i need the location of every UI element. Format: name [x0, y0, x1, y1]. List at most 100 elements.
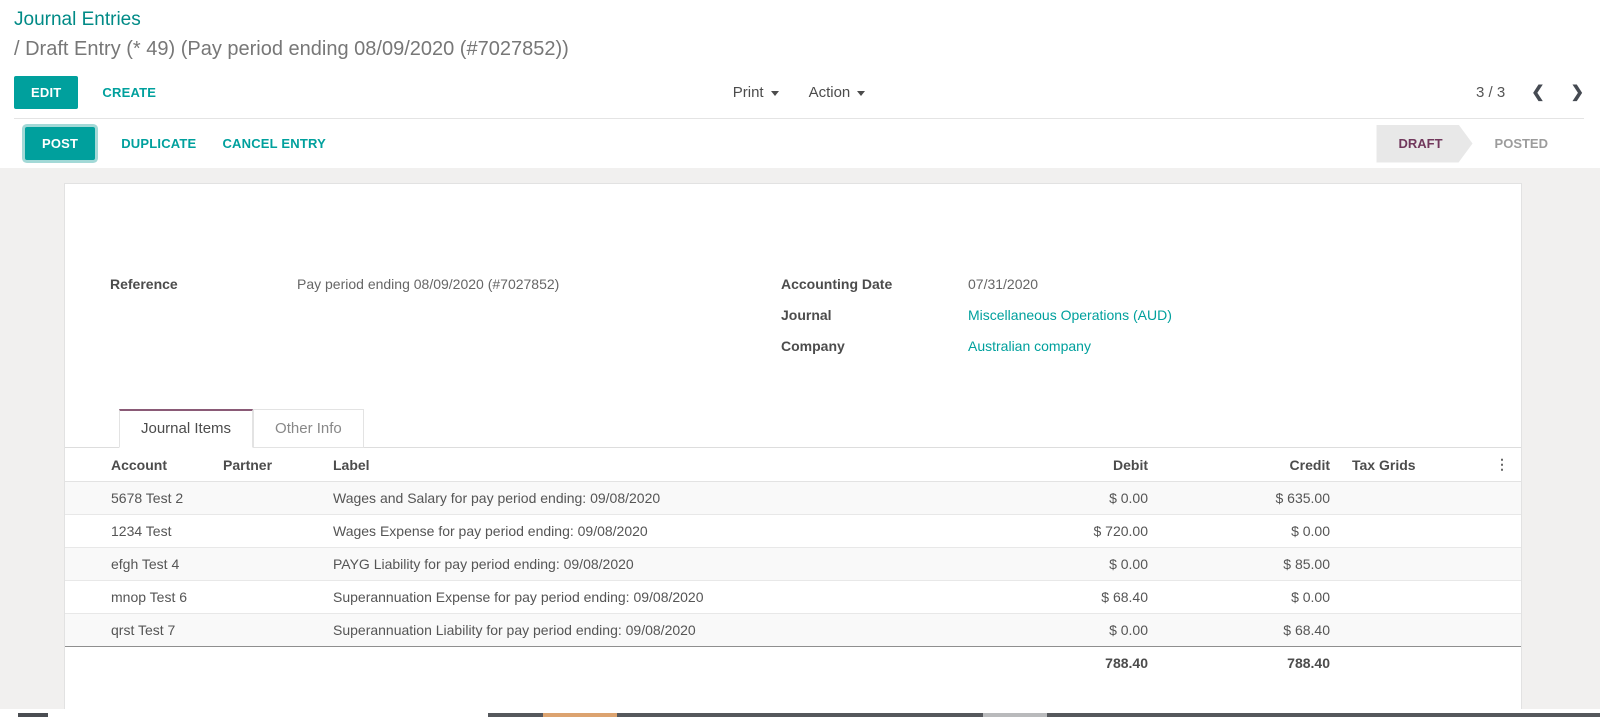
- cancel-entry-button[interactable]: CANCEL ENTRY: [222, 136, 326, 151]
- content-area: Reference Pay period ending 08/09/2020 (…: [0, 168, 1600, 709]
- table-row[interactable]: mnop Test 6 Superannuation Expense for p…: [65, 581, 1521, 614]
- cell-account: efgh Test 4: [65, 548, 215, 581]
- cell-credit: $ 68.40: [1156, 614, 1338, 647]
- chevron-down-icon: [771, 91, 779, 96]
- cell-debit: $ 0.00: [1006, 614, 1156, 647]
- tab-other-info[interactable]: Other Info: [253, 409, 364, 448]
- cell-account: 1234 Test: [65, 515, 215, 548]
- column-header-label[interactable]: Label: [325, 448, 1006, 482]
- button-row-left: EDIT CREATE: [14, 76, 733, 109]
- taskbar-segment: [983, 713, 1047, 717]
- reference-value: Pay period ending 08/09/2020 (#7027852): [297, 276, 559, 293]
- journal-value-link[interactable]: Miscellaneous Operations (AUD): [968, 307, 1172, 324]
- post-button[interactable]: POST: [25, 127, 95, 160]
- create-button[interactable]: CREATE: [102, 85, 156, 100]
- taskbar-segment: [543, 713, 617, 717]
- accounting-date-value: 07/31/2020: [968, 276, 1038, 293]
- cell-credit: $ 635.00: [1156, 482, 1338, 515]
- form-sheet: Reference Pay period ending 08/09/2020 (…: [64, 183, 1522, 709]
- company-value-link[interactable]: Australian company: [968, 338, 1091, 355]
- chevron-left-icon[interactable]: ❮: [1531, 82, 1544, 102]
- total-debit: 788.40: [1006, 647, 1156, 680]
- table-row[interactable]: efgh Test 4 PAYG Liability for pay perio…: [65, 548, 1521, 581]
- chevron-right-icon[interactable]: ❯: [1571, 82, 1584, 102]
- cell-options: [1483, 614, 1521, 647]
- journal-items-body: 5678 Test 2 Wages and Salary for pay per…: [65, 482, 1521, 647]
- cell-tax-grids: [1338, 482, 1483, 515]
- cell-partner: [215, 482, 325, 515]
- form-right-column: Accounting Date 07/31/2020 Journal Misce…: [781, 276, 1476, 369]
- journal-field: Journal Miscellaneous Operations (AUD): [781, 307, 1476, 324]
- cell-debit: $ 720.00: [1006, 515, 1156, 548]
- control-panel: Journal Entries / Draft Entry (* 49) (Pa…: [0, 0, 1600, 168]
- table-header-row: Account Partner Label Debit Credit Tax G…: [65, 448, 1521, 482]
- cell-tax-grids: [1338, 614, 1483, 647]
- cell-label: Superannuation Expense for pay period en…: [325, 581, 1006, 614]
- cell-debit: $ 68.40: [1006, 581, 1156, 614]
- cell-tax-grids: [1338, 515, 1483, 548]
- status-pipeline: DRAFT POSTED: [1376, 125, 1568, 163]
- print-dropdown[interactable]: Print: [733, 84, 779, 101]
- cell-options: [1483, 581, 1521, 614]
- cell-options: [1483, 482, 1521, 515]
- status-posted[interactable]: POSTED: [1475, 125, 1568, 163]
- cell-tax-grids: [1338, 581, 1483, 614]
- journal-items-table: Account Partner Label Debit Credit Tax G…: [65, 448, 1521, 679]
- page-title: / Draft Entry (* 49) (Pay period ending …: [14, 34, 1584, 64]
- print-dropdown-label: Print: [733, 84, 764, 101]
- form-left-column: Reference Pay period ending 08/09/2020 (…: [110, 276, 781, 369]
- column-header-tax-grids[interactable]: Tax Grids: [1338, 448, 1483, 482]
- edit-button[interactable]: EDIT: [14, 76, 78, 109]
- statusbar-row: POST DUPLICATE CANCEL ENTRY DRAFT POSTED: [14, 118, 1584, 168]
- cell-options: [1483, 515, 1521, 548]
- cell-account: qrst Test 7: [65, 614, 215, 647]
- table-row[interactable]: 1234 Test Wages Expense for pay period e…: [65, 515, 1521, 548]
- reference-label: Reference: [110, 276, 297, 293]
- cell-label: Wages Expense for pay period ending: 09/…: [325, 515, 1006, 548]
- duplicate-button[interactable]: DUPLICATE: [121, 136, 196, 151]
- breadcrumb: Journal Entries / Draft Entry (* 49) (Pa…: [14, 8, 1584, 64]
- breadcrumb-journal-entries[interactable]: Journal Entries: [14, 8, 141, 32]
- cell-credit: $ 0.00: [1156, 515, 1338, 548]
- accounting-date-label: Accounting Date: [781, 276, 968, 293]
- chevron-down-icon: [857, 91, 865, 96]
- accounting-date-field: Accounting Date 07/31/2020: [781, 276, 1476, 293]
- action-dropdown-label: Action: [809, 84, 851, 101]
- cell-partner: [215, 614, 325, 647]
- cell-label: PAYG Liability for pay period ending: 09…: [325, 548, 1006, 581]
- table-row[interactable]: 5678 Test 2 Wages and Salary for pay per…: [65, 482, 1521, 515]
- optional-columns-icon[interactable]: ⋮: [1495, 456, 1509, 472]
- button-row-center: Print Action: [733, 84, 866, 101]
- taskbar-segment: [18, 713, 48, 717]
- totals-row: 788.40 788.40: [65, 647, 1521, 680]
- statusbar-buttons: POST DUPLICATE CANCEL ENTRY: [22, 127, 1376, 160]
- cell-credit: $ 85.00: [1156, 548, 1338, 581]
- table-row[interactable]: qrst Test 7 Superannuation Liability for…: [65, 614, 1521, 647]
- cell-partner: [215, 581, 325, 614]
- journal-label: Journal: [781, 307, 968, 324]
- cell-debit: $ 0.00: [1006, 548, 1156, 581]
- button-row: EDIT CREATE Print Action 3 / 3 ❮ ❯: [14, 74, 1584, 110]
- tab-journal-items[interactable]: Journal Items: [119, 409, 253, 448]
- cell-debit: $ 0.00: [1006, 482, 1156, 515]
- cell-tax-grids: [1338, 548, 1483, 581]
- column-header-credit[interactable]: Credit: [1156, 448, 1338, 482]
- column-header-debit[interactable]: Debit: [1006, 448, 1156, 482]
- cell-credit: $ 0.00: [1156, 581, 1338, 614]
- tab-bar: Journal Items Other Info: [65, 409, 1521, 448]
- status-draft[interactable]: DRAFT: [1376, 125, 1472, 163]
- journal-entry-screen: Journal Entries / Draft Entry (* 49) (Pa…: [0, 0, 1600, 717]
- cell-label: Superannuation Liability for pay period …: [325, 614, 1006, 647]
- company-label: Company: [781, 338, 968, 355]
- column-header-partner[interactable]: Partner: [215, 448, 325, 482]
- notebook: Journal Items Other Info Account Partner…: [65, 409, 1521, 679]
- taskbar-edge-strip: [0, 713, 1600, 717]
- cell-options: [1483, 548, 1521, 581]
- pager: 3 / 3 ❮ ❯: [865, 82, 1584, 102]
- column-header-account[interactable]: Account: [65, 448, 215, 482]
- action-dropdown[interactable]: Action: [809, 84, 866, 101]
- cell-account: 5678 Test 2: [65, 482, 215, 515]
- cell-label: Wages and Salary for pay period ending: …: [325, 482, 1006, 515]
- company-field: Company Australian company: [781, 338, 1476, 355]
- reference-field: Reference Pay period ending 08/09/2020 (…: [110, 276, 781, 293]
